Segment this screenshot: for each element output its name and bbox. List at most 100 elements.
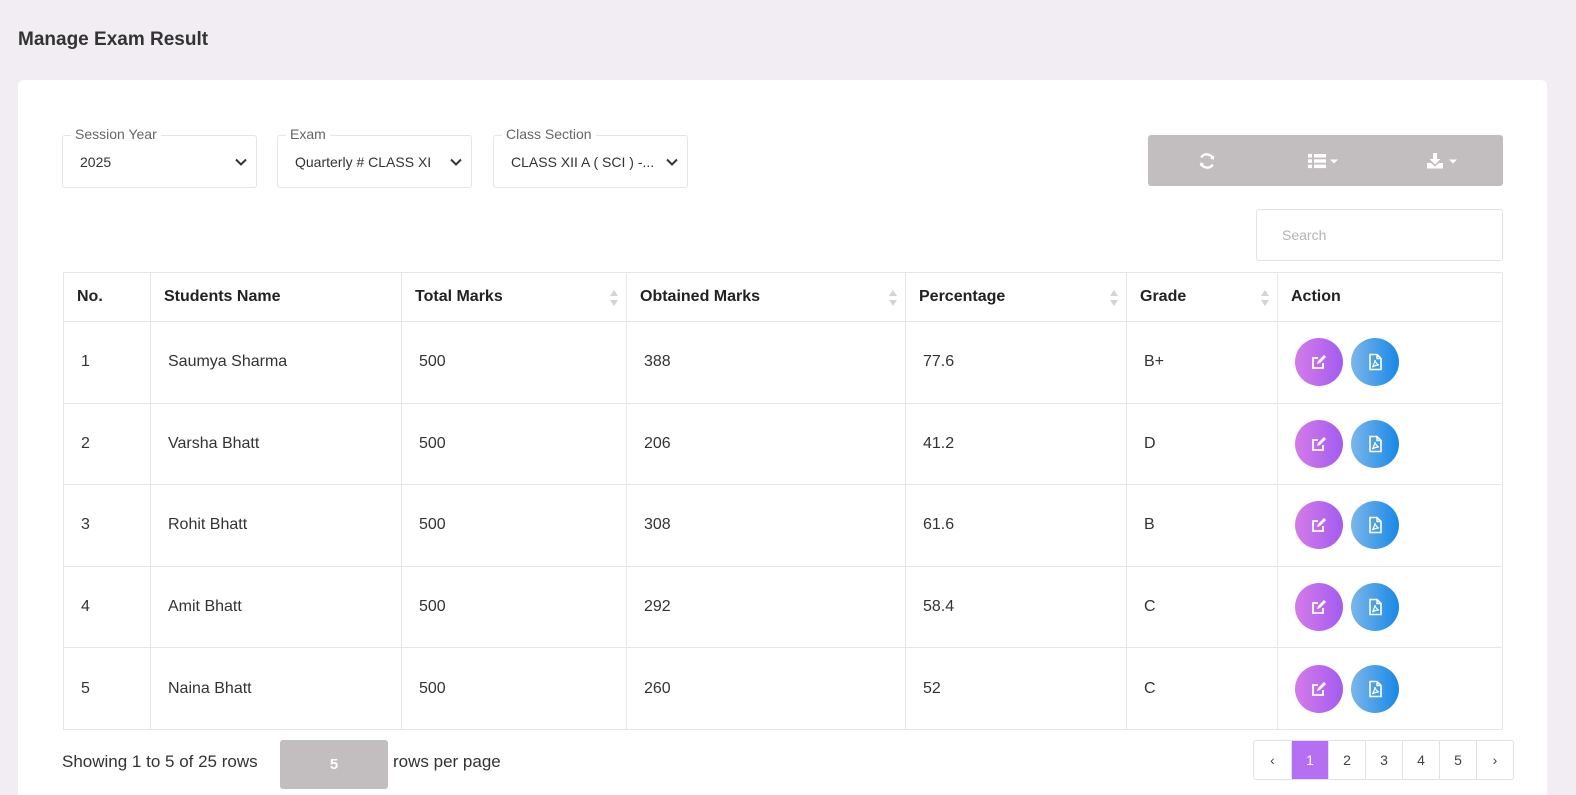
pdf-icon <box>1369 680 1383 697</box>
results-card: Session Year 2025 Exam Quarterly # CLASS… <box>18 80 1547 795</box>
cell-action <box>1277 484 1503 567</box>
edit-icon <box>1312 681 1326 696</box>
cell-obtained-marks: 292 <box>626 565 906 649</box>
sort-icon <box>1110 290 1119 306</box>
page-3[interactable]: 3 <box>1365 741 1402 779</box>
rows-per-page-value: 5 <box>329 756 339 773</box>
cell-no: 5 <box>63 647 151 730</box>
cell-grade: C <box>1126 565 1278 649</box>
refresh-icon <box>1199 152 1215 169</box>
refresh-button[interactable] <box>1148 135 1266 186</box>
cell-grade: B+ <box>1126 321 1278 404</box>
class-section-select[interactable]: Class Section CLASS XII A ( SCI ) -... <box>493 126 688 188</box>
page-title: Manage Exam Result <box>18 29 209 50</box>
cell-grade: D <box>1126 402 1278 486</box>
cell-obtained-marks: 388 <box>626 321 906 404</box>
table-row: 4 Amit Bhatt 500 292 58.4 C <box>63 565 1503 649</box>
table-toolbar <box>1148 135 1503 186</box>
pdf-icon <box>1369 435 1383 453</box>
column-header-percentage[interactable]: Percentage <box>905 272 1127 322</box>
cell-name: Naina Bhatt <box>150 647 402 730</box>
sort-icon <box>1261 290 1270 306</box>
column-header-label: Obtained Marks <box>640 288 761 305</box>
exam-select[interactable]: Exam Quarterly # CLASS XI <box>277 126 472 188</box>
sort-icon <box>889 290 898 306</box>
rows-per-page-select[interactable]: 5 <box>280 740 388 789</box>
export-icon <box>1426 152 1457 168</box>
edit-button[interactable] <box>1295 419 1343 468</box>
class-section-value: CLASS XII A ( SCI ) -... <box>511 154 655 170</box>
page-4[interactable]: 4 <box>1402 741 1439 779</box>
cell-no: 1 <box>63 321 151 404</box>
cell-no: 3 <box>63 484 151 567</box>
cell-total-marks: 500 <box>401 484 627 567</box>
column-header-action: Action <box>1277 272 1503 322</box>
pdf-button[interactable] <box>1351 583 1400 632</box>
table-row: 2 Varsha Bhatt 500 206 41.2 D <box>63 402 1503 486</box>
cell-no: 2 <box>63 402 151 486</box>
column-header-total-marks[interactable]: Total Marks <box>401 272 627 322</box>
session-year-value: 2025 <box>80 154 112 170</box>
chevron-down-icon <box>235 158 247 166</box>
cell-action <box>1277 402 1503 486</box>
cell-percentage: 52 <box>905 647 1127 730</box>
cell-action <box>1277 647 1503 730</box>
cell-percentage: 77.6 <box>905 321 1127 404</box>
pdf-icon <box>1369 598 1383 616</box>
cell-name: Amit Bhatt <box>150 565 402 649</box>
pdf-button[interactable] <box>1351 664 1400 713</box>
exam-label: Exam <box>286 126 330 142</box>
chevron-down-icon <box>450 158 462 166</box>
pdf-button[interactable] <box>1351 338 1400 387</box>
pdf-button[interactable] <box>1351 501 1400 550</box>
edit-button[interactable] <box>1295 583 1343 632</box>
cell-obtained-marks: 260 <box>626 647 906 730</box>
column-header-label: Total Marks <box>415 288 503 305</box>
cell-name: Saumya Sharma <box>150 321 402 404</box>
page-next[interactable]: › <box>1476 741 1513 779</box>
edit-button[interactable] <box>1295 338 1343 387</box>
cell-total-marks: 500 <box>401 565 627 649</box>
results-table: No. Students Name Total Marks Obtained M… <box>63 272 1503 730</box>
page-prev[interactable]: ‹ <box>1254 741 1291 779</box>
cell-grade: C <box>1126 647 1278 730</box>
cell-total-marks: 500 <box>401 321 627 404</box>
edit-icon <box>1312 436 1326 451</box>
edit-button[interactable] <box>1295 664 1343 713</box>
columns-icon <box>1308 153 1339 168</box>
cell-obtained-marks: 308 <box>626 484 906 567</box>
cell-total-marks: 500 <box>401 402 627 486</box>
search-input[interactable] <box>1256 209 1503 261</box>
table-row: 3 Rohit Bhatt 500 308 61.6 B <box>63 484 1503 567</box>
edit-icon <box>1312 600 1326 614</box>
table-row: 5 Naina Bhatt 500 260 52 C <box>63 647 1503 730</box>
cell-obtained-marks: 206 <box>626 402 906 486</box>
column-header-label: Percentage <box>919 288 1006 305</box>
session-year-select[interactable]: Session Year 2025 <box>62 126 257 188</box>
table-header-row: No. Students Name Total Marks Obtained M… <box>63 272 1503 322</box>
page-1[interactable]: 1 <box>1291 741 1328 779</box>
pagination-summary: Showing 1 to 5 of 25 rows <box>62 752 258 771</box>
exam-value: Quarterly # CLASS XI <box>295 154 432 170</box>
cell-action <box>1277 565 1503 649</box>
export-button[interactable] <box>1385 135 1503 186</box>
cell-name: Varsha Bhatt <box>150 402 402 486</box>
pagination: ‹ 1 2 3 4 5 › <box>1253 740 1514 780</box>
column-header-grade[interactable]: Grade <box>1126 272 1278 322</box>
pdf-icon <box>1369 517 1383 534</box>
page-2[interactable]: 2 <box>1328 741 1365 779</box>
cell-percentage: 58.4 <box>905 565 1127 649</box>
edit-button[interactable] <box>1295 501 1343 550</box>
session-year-label: Session Year <box>71 126 161 142</box>
columns-button[interactable] <box>1266 135 1384 186</box>
class-section-label: Class Section <box>502 126 596 142</box>
cell-percentage: 61.6 <box>905 484 1127 567</box>
pdf-button[interactable] <box>1351 419 1400 468</box>
edit-icon <box>1312 518 1326 533</box>
column-header-obtained-marks[interactable]: Obtained Marks <box>626 272 906 322</box>
page-5[interactable]: 5 <box>1439 741 1476 779</box>
table-row: 1 Saumya Sharma 500 388 77.6 B+ <box>63 321 1503 404</box>
pdf-icon <box>1369 353 1383 371</box>
cell-action <box>1277 321 1503 404</box>
cell-name: Rohit Bhatt <box>150 484 402 567</box>
